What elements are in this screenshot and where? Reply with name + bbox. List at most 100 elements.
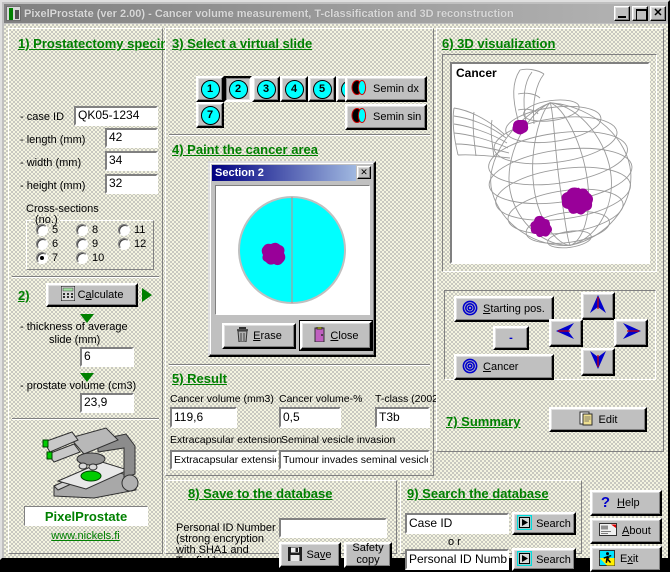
section5-header: 5) Result: [172, 371, 227, 386]
prostate-volume-label: - prostate volume (cm3): [20, 380, 137, 392]
rotate-left-button[interactable]: [549, 319, 583, 347]
calculate-label: Calculate: [77, 289, 124, 301]
3d-visualization-canvas[interactable]: Cancer: [450, 62, 650, 264]
summary-edit-button[interactable]: Edit: [549, 407, 647, 432]
slide-button-4[interactable]: 4: [280, 76, 308, 102]
cross-section-option-7[interactable]: 7: [36, 252, 58, 264]
middle-divider-1: [169, 134, 430, 136]
app-icon: [6, 6, 21, 21]
exit-button[interactable]: Exit: [590, 546, 662, 572]
erase-button[interactable]: Erase: [222, 323, 296, 349]
play-arrow-icon: [516, 514, 533, 533]
search-case-id-button[interactable]: Search: [512, 512, 576, 535]
seminal-invasion-label: Seminal vesicle invasion: [281, 434, 396, 446]
section6-header: 6) 3D visualization: [442, 36, 556, 51]
slide-button-5[interactable]: 5: [308, 76, 336, 102]
slide-button-2[interactable]: 2: [224, 76, 252, 102]
slide-number-label: 3: [256, 79, 276, 99]
height-input[interactable]: 32: [105, 174, 158, 194]
cross-section-option-12[interactable]: 12: [118, 238, 146, 250]
height-label: - height (mm): [20, 180, 86, 192]
minus-label: -: [509, 332, 513, 344]
starting-position-button[interactable]: Starting pos.: [454, 296, 554, 322]
window-controls: ✕: [614, 6, 666, 21]
window-title: PixelProstate (ver 2.00) - Cancer volume…: [24, 7, 514, 20]
cross-section-option-6[interactable]: 6: [36, 238, 58, 250]
about-button[interactable]: About: [590, 518, 662, 544]
cross-section-option-11[interactable]: 11: [118, 224, 145, 236]
save-pid-note-line3: Twofish): [176, 555, 217, 567]
section4-header: 4) Paint the cancer area: [172, 142, 318, 157]
child-window-close-icon[interactable]: ✕: [357, 166, 371, 179]
slide-button-7[interactable]: 7: [196, 102, 224, 128]
question-mark-icon: ?: [599, 494, 612, 512]
save-pid-input[interactable]: [279, 518, 387, 538]
logo-link[interactable]: www.nickels.fi: [12, 530, 159, 542]
door-exit-icon: [313, 326, 326, 345]
close-section-button[interactable]: Close: [299, 320, 373, 351]
radio-dot: [76, 224, 88, 236]
case-id-label: - case ID: [20, 111, 65, 123]
extracapsular-output: Extracapsular extension.: [170, 450, 278, 470]
slide-button-3[interactable]: 3: [252, 76, 280, 102]
section9-header: 9) Search the database: [407, 486, 549, 501]
3d-canvas-label: Cancer: [456, 66, 497, 80]
maximize-button[interactable]: [632, 6, 648, 21]
close-button[interactable]: ✕: [650, 6, 666, 21]
cross-section-option-10[interactable]: 10: [76, 252, 104, 264]
radio-dot: [36, 224, 48, 236]
erase-label: Erase: [253, 330, 282, 342]
length-input[interactable]: 42: [105, 128, 158, 148]
cross-section-option-label: 5: [52, 224, 59, 236]
case-id-input[interactable]: QK05-1234: [74, 106, 158, 126]
radio-dot: [76, 252, 88, 264]
cancer-volume-label: Cancer volume (mm3): [170, 393, 274, 405]
zoom-out-button[interactable]: -: [493, 326, 529, 350]
safety-copy-button[interactable]: Safety copy: [344, 542, 392, 568]
logo-block: PixelProstate www.nickels.fi: [12, 424, 159, 552]
thickness-label-line2: slide (mm): [49, 334, 101, 346]
cross-section-option-9[interactable]: 9: [76, 238, 98, 250]
info-card-icon: [599, 523, 617, 539]
section7-header: 7) Summary: [446, 414, 521, 429]
width-label: - width (mm): [20, 157, 82, 169]
slide-cross-section-drawing: [238, 196, 346, 304]
microscope-icon: [36, 426, 141, 506]
semin-dx-button[interactable]: Semin dx: [345, 76, 427, 102]
cancer-view-button[interactable]: Cancer: [454, 354, 554, 380]
semin-sin-button[interactable]: Semin sin: [345, 104, 427, 130]
target-spiral-icon: [462, 358, 478, 377]
cross-section-option-label: 8: [92, 224, 99, 236]
left-divider-2: [12, 418, 159, 420]
slide-button-1[interactable]: 1: [196, 76, 224, 102]
tclass-label: T-class (2002): [375, 393, 442, 405]
width-input[interactable]: 34: [105, 151, 158, 171]
floppy-disk-icon: [288, 546, 303, 564]
cross-section-option-8[interactable]: 8: [76, 224, 98, 236]
calculate-button[interactable]: Calculate: [46, 283, 138, 307]
left-divider-1: [12, 276, 159, 278]
slide-number-label: 2: [228, 79, 248, 99]
thickness-input[interactable]: 6: [80, 347, 134, 367]
exit-label: Exit: [620, 553, 639, 565]
rotate-up-button[interactable]: [581, 292, 615, 320]
middle-divider-2: [169, 364, 430, 366]
slide-paint-canvas[interactable]: [215, 185, 370, 315]
seminal-vesicle-icon: [351, 79, 368, 99]
cross-section-option-label: 9: [92, 238, 99, 250]
minimize-button[interactable]: [614, 6, 630, 21]
prostate-wireframe-mesh: [452, 68, 633, 249]
rotate-down-button[interactable]: [581, 348, 615, 376]
cancer-volume-pct-output: 0,5: [279, 407, 341, 428]
semin-dx-label: Semin dx: [373, 83, 419, 95]
section3-header: 3) Select a virtual slide: [172, 36, 313, 51]
save-button[interactable]: Save: [279, 542, 341, 568]
cross-section-option-5[interactable]: 5: [36, 224, 58, 236]
rotate-right-button[interactable]: [614, 319, 648, 347]
thickness-label-line1: - thickness of average: [20, 321, 128, 333]
radio-dot: [76, 238, 88, 250]
search-case-id-input[interactable]: Case ID: [405, 513, 509, 534]
arrow-right-icon: [620, 321, 642, 346]
help-button[interactable]: ? Help: [590, 490, 662, 516]
app-window: PixelProstate (ver 2.00) - Cancer volume…: [0, 0, 670, 572]
